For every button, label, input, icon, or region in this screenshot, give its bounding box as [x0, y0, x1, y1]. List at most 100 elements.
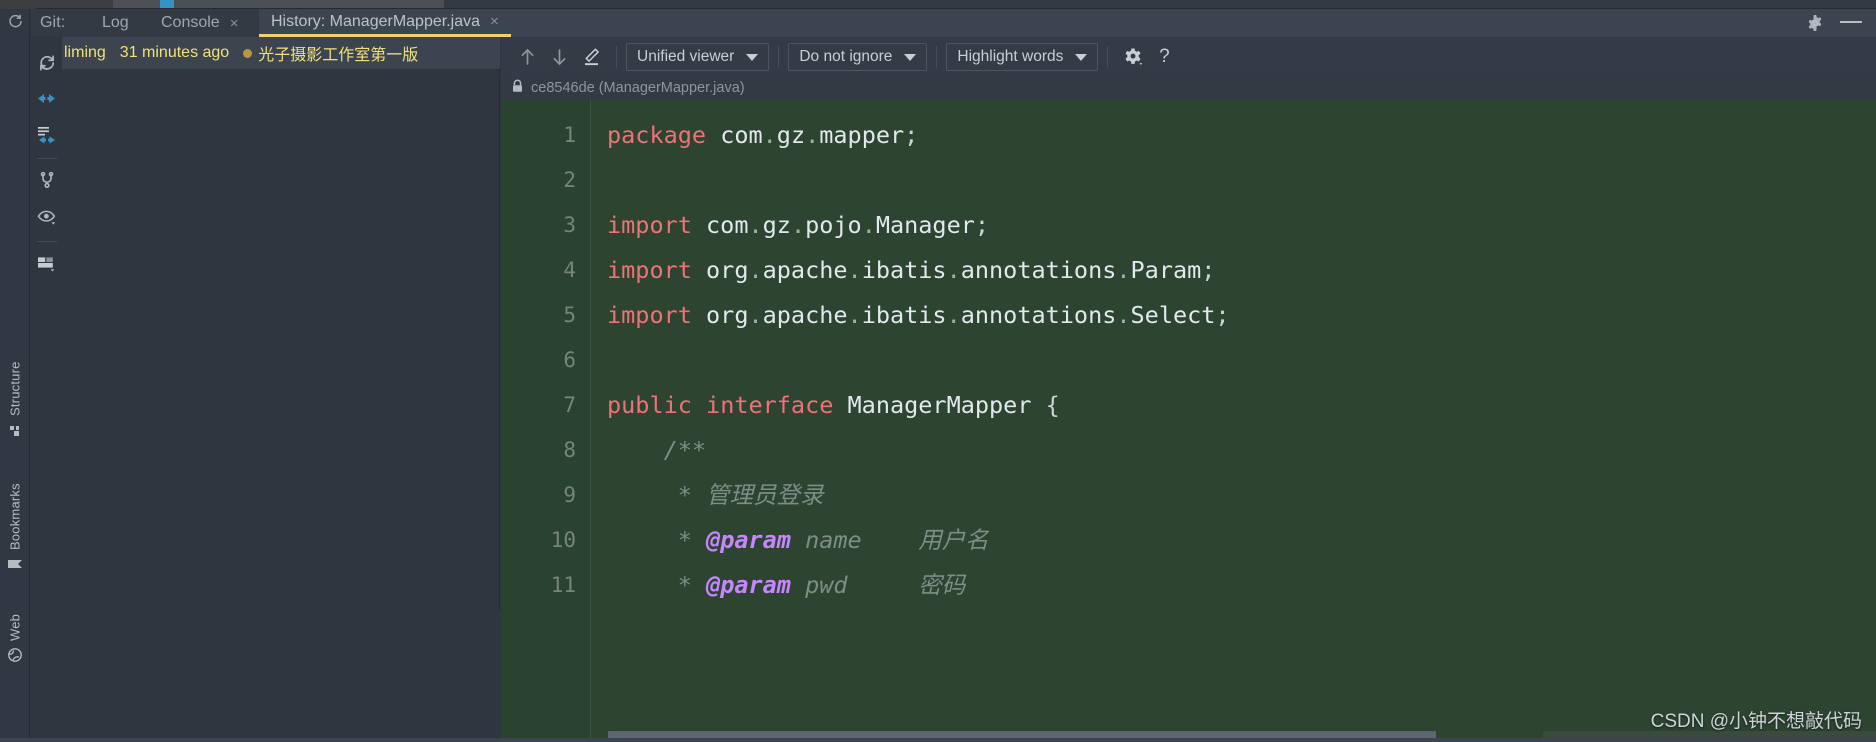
- git-tool-window-title: Git:: [40, 14, 66, 31]
- diff-editor[interactable]: 1 2 3 4 5 6 7 8 9 10 11 package com.gz.mapper; impo…: [501, 99, 1876, 742]
- commit-message-wrap: 光子摄影工作室第一版: [243, 41, 418, 65]
- viewer-mode-dropdown[interactable]: Unified viewer: [626, 43, 770, 71]
- code-token: * 管理员登录: [607, 481, 824, 509]
- chevron-down-icon: [904, 53, 917, 61]
- chevron-down-icon: [746, 53, 759, 61]
- help-question-icon[interactable]: ?: [1149, 46, 1179, 68]
- sidebar-item-structure[interactable]: Structure: [0, 324, 30, 436]
- code-token: Select: [1130, 301, 1216, 329]
- code-token: ;: [1201, 256, 1216, 284]
- line-number: 3: [563, 213, 576, 237]
- code-token: .: [861, 211, 876, 239]
- highlight-dropdown[interactable]: Highlight words: [946, 43, 1099, 71]
- code-token: .: [790, 211, 806, 239]
- show-hide-button[interactable]: [35, 205, 58, 228]
- code-line[interactable]: import org.apache.ibatis.annotations.Par…: [607, 248, 1215, 293]
- arrow-down-icon[interactable]: [543, 43, 575, 71]
- code-line[interactable]: * @param name 用户名: [607, 518, 989, 563]
- toolbar-divider: [778, 46, 780, 68]
- tab-history-label: History: ManagerMapper.java: [271, 12, 480, 30]
- code-token: org: [691, 256, 749, 284]
- rail-refresh-icon[interactable]: [7, 13, 23, 29]
- code-token: .: [1116, 256, 1131, 284]
- code-token: public: [607, 391, 692, 419]
- line-number: 11: [550, 573, 576, 597]
- code-token: .: [946, 301, 961, 329]
- commit-time: 31 minutes ago: [119, 44, 230, 61]
- line-number: 5: [563, 303, 576, 327]
- code-token: ;: [974, 211, 990, 239]
- window-top-strip: [0, 0, 1876, 9]
- minimize-icon[interactable]: [1840, 21, 1862, 25]
- code-token: org: [691, 301, 749, 329]
- diff-pane: Unified viewer Do not ignore Highlight w…: [501, 37, 1876, 742]
- code-line[interactable]: import org.apache.ibatis.annotations.Sel…: [607, 293, 1230, 338]
- whitespace-label: Do not ignore: [799, 48, 893, 65]
- code-line[interactable]: import com.gz.pojo.Manager;: [607, 203, 989, 248]
- collapse-all-button[interactable]: [35, 87, 58, 110]
- commit-message: 光子摄影工作室第一版: [258, 47, 419, 64]
- code-token: name 用户名: [790, 526, 989, 554]
- rail-divider: [37, 158, 57, 159]
- arrow-up-icon[interactable]: [511, 43, 543, 71]
- gear-icon[interactable]: [1117, 43, 1149, 71]
- sidebar-item-bookmarks[interactable]: Bookmarks: [0, 449, 30, 571]
- code-token: @param: [706, 571, 791, 599]
- code-line[interactable]: package com.gz.mapper;: [607, 113, 918, 158]
- code-token: Manager: [875, 211, 975, 239]
- line-number: 9: [563, 483, 576, 507]
- line-number: 10: [550, 528, 576, 552]
- commit-history-row[interactable]: liming 31 minutes ago 光子摄影工作室第一版: [62, 37, 500, 69]
- code-token: annotations: [960, 301, 1117, 329]
- web-globe-icon: [8, 648, 22, 662]
- refresh-button[interactable]: [35, 51, 58, 74]
- commit-bullet-icon: [243, 48, 253, 58]
- view-options-button[interactable]: [35, 252, 58, 275]
- gear-icon[interactable]: [1806, 14, 1824, 32]
- group-collapse-button[interactable]: [35, 123, 58, 146]
- line-number: 7: [563, 393, 576, 417]
- code-token: apache: [762, 301, 848, 329]
- code-token: .: [1116, 301, 1131, 329]
- commit-list-body[interactable]: [62, 69, 500, 610]
- bookmarks-label: Bookmarks: [7, 483, 23, 550]
- tab-console[interactable]: Console ×: [149, 9, 250, 37]
- code-token: .: [748, 256, 763, 284]
- code-token: gz: [762, 211, 791, 239]
- code-token: gz: [776, 121, 806, 149]
- show-branches-button[interactable]: [35, 169, 58, 192]
- line-number: 2: [563, 168, 576, 192]
- tab-log[interactable]: Log: [90, 9, 141, 37]
- structure-label: Structure: [7, 361, 23, 416]
- close-icon[interactable]: ×: [230, 16, 239, 31]
- code-token: .: [847, 301, 862, 329]
- toolbar-divider: [616, 46, 617, 68]
- code-token: com: [706, 121, 763, 149]
- code-token: *: [607, 526, 707, 554]
- sidebar-item-web[interactable]: Web: [0, 584, 30, 662]
- web-label: Web: [7, 613, 23, 641]
- pencil-edit-icon[interactable]: [575, 43, 607, 71]
- code-line[interactable]: * 管理员登录: [607, 473, 824, 518]
- code-token: ;: [1215, 301, 1230, 329]
- code-token: /**: [607, 436, 707, 464]
- code-token: ibatis: [861, 301, 947, 329]
- code-token: pwd 密码: [790, 571, 966, 599]
- tab-history-managermapper[interactable]: History: ManagerMapper.java ×: [259, 9, 511, 37]
- editor-gutter: 1 2 3 4 5 6 7 8 9 10 11: [501, 99, 591, 742]
- code-line[interactable]: public interface ManagerMapper {: [607, 383, 1060, 428]
- csdn-watermark: CSDN @小钟不想敲代码: [1650, 711, 1862, 732]
- code-token: .: [847, 256, 862, 284]
- code-token: .: [748, 211, 763, 239]
- editor-code-area[interactable]: package com.gz.mapper; import com.gz.pojo…: [591, 99, 1876, 742]
- code-line[interactable]: /**: [607, 428, 706, 473]
- code-token: .: [748, 301, 763, 329]
- rail-divider: [37, 241, 57, 242]
- close-icon[interactable]: ×: [490, 14, 499, 29]
- line-number: 4: [563, 258, 576, 282]
- code-token: import: [607, 301, 692, 329]
- line-number: 8: [563, 438, 576, 462]
- code-line[interactable]: * @param pwd 密码: [607, 563, 966, 608]
- whitespace-dropdown[interactable]: Do not ignore: [788, 43, 928, 71]
- toolbar-divider: [936, 46, 938, 68]
